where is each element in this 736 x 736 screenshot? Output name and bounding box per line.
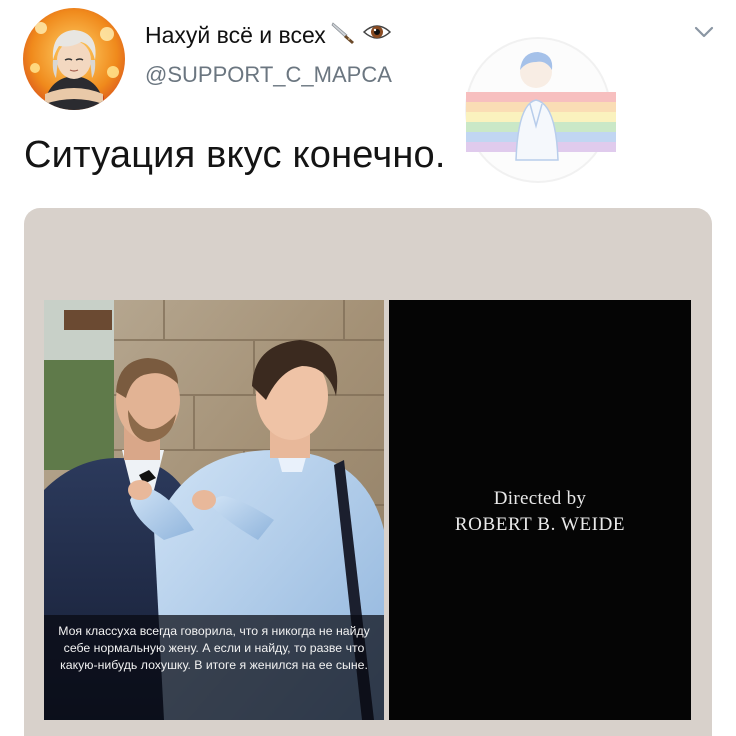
wedding-photo: Моя классуха всегда говорила, что я нико… — [44, 300, 384, 720]
tweet-text: Ситуация вкус конечно. — [24, 134, 446, 176]
avatar-image — [23, 8, 125, 110]
avatar[interactable] — [23, 8, 125, 110]
display-name[interactable]: Нахуй всё и всех — [145, 20, 392, 50]
credits-director-name: ROBERT B. WEIDE — [454, 514, 626, 535]
photo-caption: Моя классуха всегда говорила, что я нико… — [44, 615, 384, 720]
end-credits-panel: Directed by ROBERT B. WEIDE — [389, 300, 691, 720]
display-name-text: Нахуй всё и всех — [145, 21, 326, 48]
end-credits: Directed by ROBERT B. WEIDE — [389, 488, 691, 536]
user-handle[interactable]: @SUPPORT_C_MAPCA — [145, 62, 392, 88]
credits-directed-by: Directed by — [493, 488, 587, 509]
eye-icon — [362, 20, 392, 50]
media-card[interactable]: Моя классуха всегда говорила, что я нико… — [24, 208, 712, 736]
knife-icon — [330, 20, 358, 50]
watermark-sticker — [458, 30, 618, 200]
tweet-screenshot: Нахуй всё и всех @SUPPORT_C_MAPCA Ситуац… — [0, 0, 736, 736]
chevron-down-icon[interactable] — [688, 18, 720, 46]
